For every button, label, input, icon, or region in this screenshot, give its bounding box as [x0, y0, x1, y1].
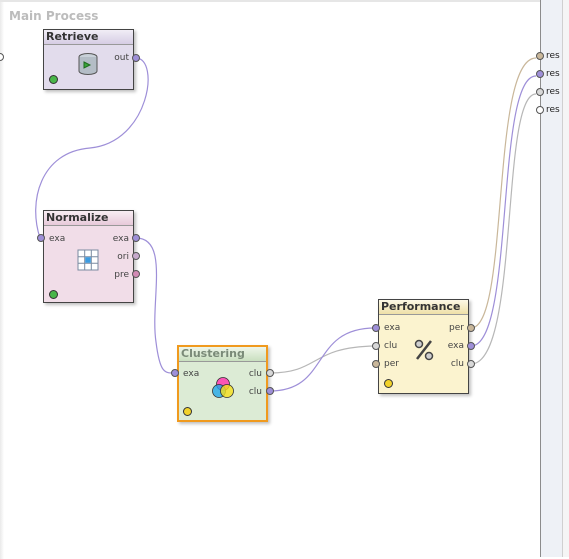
clustering-circles-icon	[212, 377, 234, 398]
result-label-1: res	[546, 51, 560, 61]
operator-clustering[interactable]: Clustering exa clu clu	[177, 345, 268, 422]
port-label-exa-out: exa	[447, 341, 464, 351]
performance-clu-in-port[interactable]	[372, 342, 380, 350]
operator-title: Clustering	[179, 347, 266, 362]
operator-performance[interactable]: Performance exa clu per per exa clu	[378, 299, 469, 394]
port-label-per-out: per	[449, 323, 464, 333]
clustering-clu-out-port-1[interactable]	[266, 369, 274, 377]
result-ports-panel: res res res res	[536, 0, 569, 557]
port-label-clu-in: clu	[384, 341, 398, 351]
scrollbar[interactable]	[562, 0, 569, 557]
wire-performance-res2	[470, 75, 537, 347]
performance-per-out-port[interactable]	[467, 324, 475, 332]
port-label-exa-in: exa	[183, 369, 200, 379]
result-label-3: res	[546, 87, 560, 97]
result-label-4: res	[546, 105, 560, 115]
clustering-exa-in-port[interactable]	[171, 369, 179, 377]
normalize-exa-out-port[interactable]	[132, 234, 140, 242]
database-icon	[78, 53, 98, 75]
wire-clustering-performance-2	[269, 327, 376, 392]
port-label-clu-2: clu	[248, 387, 262, 397]
port-label-pre: pre	[114, 270, 129, 280]
port-label-exa-in: exa	[49, 234, 66, 244]
result-port-3[interactable]	[536, 88, 544, 96]
status-indicator	[183, 407, 192, 416]
normalize-ori-port[interactable]	[132, 252, 140, 260]
performance-exa-out-port[interactable]	[467, 342, 475, 350]
wire-clustering-performance-1	[269, 345, 376, 374]
performance-exa-in-port[interactable]	[372, 324, 380, 332]
operator-title: Normalize	[44, 211, 133, 226]
port-label-per-in: per	[384, 359, 399, 369]
clustering-clu-out-port-2[interactable]	[266, 387, 274, 395]
performance-per-in-port[interactable]	[372, 360, 380, 368]
result-port-4[interactable]	[536, 106, 544, 114]
port-label-clu-out: clu	[450, 359, 464, 369]
performance-clu-out-port[interactable]	[467, 360, 475, 368]
normalize-exa-in-port[interactable]	[37, 234, 45, 242]
result-port-2[interactable]	[536, 70, 544, 78]
port-label-exa-in: exa	[384, 323, 401, 333]
status-indicator	[49, 290, 58, 299]
process-canvas[interactable]: Main Process Retrieve out Normalize exa	[0, 0, 540, 559]
port-label-out: out	[114, 53, 129, 63]
status-indicator	[384, 379, 393, 388]
operator-title: Retrieve	[44, 30, 133, 45]
operator-normalize[interactable]: Normalize exa exa ori pre	[43, 210, 134, 303]
port-label-ori: ori	[117, 252, 129, 262]
port-label-clu-1: clu	[248, 369, 262, 379]
status-indicator	[49, 75, 58, 84]
percent-icon	[414, 339, 434, 361]
wire-normalize-clustering	[135, 237, 176, 374]
grid-icon	[77, 249, 99, 271]
port-label-exa-out: exa	[112, 234, 129, 244]
result-port-1[interactable]	[536, 52, 544, 60]
operator-retrieve[interactable]: Retrieve out	[43, 29, 134, 90]
operator-title: Performance	[379, 300, 468, 315]
retrieve-out-port[interactable]	[132, 54, 140, 62]
wire-performance-res1	[470, 57, 537, 329]
normalize-pre-port[interactable]	[132, 270, 140, 278]
result-label-2: res	[546, 69, 560, 79]
